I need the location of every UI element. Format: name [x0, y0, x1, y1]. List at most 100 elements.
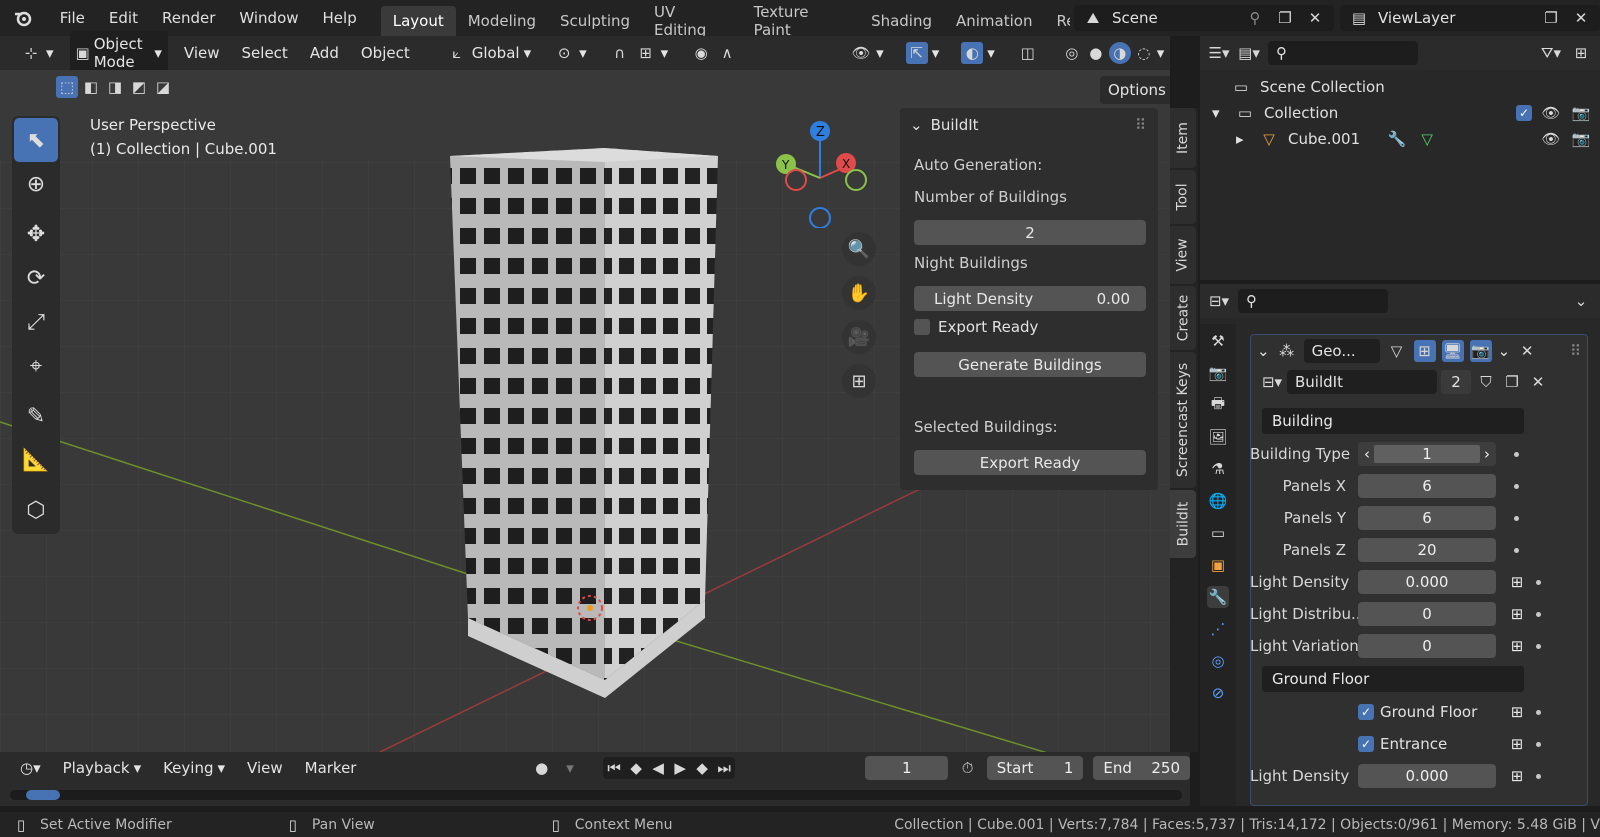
camera-icon[interactable]: 🎥	[842, 320, 876, 354]
node-socket-icon[interactable]: ⊞	[1506, 603, 1528, 625]
on-cage-icon[interactable]: ⊞	[1413, 340, 1436, 362]
modifier-header[interactable]: ⌄ ⁂ Geo... ▽ ⊞ 🖥 📷 ⌄ ✕ ⠿	[1251, 335, 1587, 367]
add-cube-tool[interactable]: ⬡	[14, 488, 58, 532]
chevron-down-icon[interactable]: ⌄	[1570, 290, 1592, 312]
xray-toggle[interactable]: ◫	[1011, 38, 1045, 68]
node-socket-icon[interactable]: ⊞	[1506, 765, 1528, 787]
tab-view[interactable]: View	[1170, 226, 1196, 284]
modifier-name-field[interactable]: Geo...	[1303, 339, 1380, 363]
node-socket-icon[interactable]: ⊞	[1506, 635, 1528, 657]
menu-render[interactable]: Render	[150, 9, 227, 27]
export-ready-button[interactable]: Export Ready	[914, 450, 1146, 475]
jump-start-icon[interactable]: ⏮	[603, 757, 625, 779]
tab-item[interactable]: Item	[1170, 108, 1196, 168]
tab-animation[interactable]: Animation	[944, 6, 1044, 36]
scene-collection-row[interactable]: ▭ Scene Collection	[1200, 74, 1600, 100]
navigation-gizmo[interactable]: Z X Y	[770, 118, 870, 228]
mode-dropdown[interactable]: ▣ Object Mode ▾	[69, 31, 168, 75]
zoom-icon[interactable]: 🔍	[842, 232, 876, 266]
visibility-dropdown[interactable]: 👁 ▾	[844, 38, 890, 68]
keyframe-dot[interactable]	[1514, 515, 1519, 521]
node-group-field[interactable]: BuildIt	[1287, 370, 1437, 394]
keyframe-dot[interactable]	[1536, 611, 1541, 617]
record-icon[interactable]: ●	[532, 757, 550, 779]
wrench-modifier-icon[interactable]: 🔧	[1386, 128, 1408, 150]
blender-logo-icon[interactable]	[12, 7, 34, 29]
menu-view[interactable]: View	[178, 40, 226, 66]
node-socket-icon[interactable]: ⊞	[1506, 733, 1528, 755]
chevron-down-icon[interactable]: ⌄	[1498, 342, 1511, 360]
tab-sculpting[interactable]: Sculpting	[548, 6, 642, 36]
select-extend-icon[interactable]: ◧	[80, 76, 102, 98]
tab-buildit[interactable]: BuildIt	[1170, 490, 1196, 558]
menu-marker[interactable]: Marker	[299, 755, 363, 781]
filter-icon[interactable]: ⛛▾	[1540, 42, 1562, 64]
snap-toggle[interactable]: ∩ ⊞ ▾	[603, 38, 675, 68]
orientation-dropdown[interactable]: ⟀ Global ▾	[440, 38, 537, 68]
annotate-tool[interactable]: ✎	[14, 394, 58, 438]
keyframe-dot[interactable]	[1514, 483, 1519, 489]
constraints-icon[interactable]: ⊘	[1207, 682, 1229, 704]
transform-tool[interactable]: ⌖	[14, 344, 58, 388]
timeline-scrubber[interactable]	[10, 790, 1182, 800]
generate-buildings-button[interactable]: Generate Buildings	[914, 352, 1146, 377]
timeline-editor-icon[interactable]: ◷▾	[14, 755, 47, 781]
select-intersect-icon[interactable]: ◪	[152, 76, 174, 98]
playhead[interactable]	[26, 790, 60, 800]
outliner-search[interactable]: ⚲	[1268, 41, 1418, 65]
select-new-icon[interactable]: ⬚	[56, 76, 78, 98]
start-frame-field[interactable]: Start 1	[986, 756, 1084, 780]
proportional-edit-toggle[interactable]: ◉ ∧	[684, 38, 744, 68]
duplicate-icon[interactable]: ❐	[1501, 371, 1523, 393]
new-scene-icon[interactable]: ❐	[1274, 7, 1296, 29]
expand-arrow-icon[interactable]: ▾	[1212, 104, 1226, 122]
collection-icon[interactable]: ▭	[1207, 522, 1229, 544]
node-tree-icon[interactable]: ⊟▾	[1261, 371, 1283, 393]
object-icon[interactable]: ▣	[1207, 554, 1229, 576]
jump-end-icon[interactable]: ⏭	[713, 757, 735, 779]
select-subtract-icon[interactable]: ◨	[104, 76, 126, 98]
entrance-checkbox[interactable]: ✓	[1358, 736, 1374, 752]
pan-hand-icon[interactable]: ✋	[842, 276, 876, 310]
light-density-field[interactable]: 0.000	[1358, 570, 1496, 594]
decrement-arrow-icon[interactable]: ‹	[1364, 445, 1370, 463]
particles-icon[interactable]: ⋰	[1207, 618, 1229, 640]
collection-row[interactable]: ▾ ▭ Collection ✓ 👁 📷	[1200, 100, 1600, 126]
play-icon[interactable]: ▶	[669, 757, 691, 779]
light-density-field[interactable]: Light Density 0.00	[914, 286, 1146, 311]
play-reverse-icon[interactable]: ◀	[647, 757, 669, 779]
measure-tool[interactable]: 📐	[14, 438, 58, 482]
keyframe-dot[interactable]	[1514, 547, 1519, 553]
num-buildings-field[interactable]: 2	[914, 220, 1146, 245]
eye-icon[interactable]: 👁	[1540, 102, 1562, 124]
next-keyframe-icon[interactable]: ◆	[691, 757, 713, 779]
current-frame-field[interactable]: 1	[865, 756, 949, 780]
section-building[interactable]: Building	[1262, 408, 1524, 434]
render-icon[interactable]: 📷	[1207, 362, 1229, 384]
stopwatch-icon[interactable]: ⏱	[958, 757, 976, 779]
select-invert-icon[interactable]: ◩	[128, 76, 150, 98]
section-ground-floor[interactable]: Ground Floor	[1262, 666, 1524, 692]
material-shading-icon[interactable]: ◑	[1108, 42, 1131, 64]
edit-mode-icon[interactable]: ▽	[1386, 340, 1408, 362]
light-variations-field[interactable]: 0	[1358, 634, 1496, 658]
tab-create[interactable]: Create	[1170, 286, 1196, 350]
collection-checkbox[interactable]: ✓	[1516, 105, 1532, 121]
tab-shading[interactable]: Shading	[859, 6, 944, 36]
node-socket-icon[interactable]: ⊞	[1506, 701, 1528, 723]
menu-window[interactable]: Window	[227, 9, 310, 27]
object-row[interactable]: ▸ ▽ Cube.001 🔧 ▽ 👁 📷	[1200, 126, 1600, 152]
render-camera-icon[interactable]: 📷	[1570, 102, 1592, 124]
panels-z-field[interactable]: 20	[1358, 538, 1496, 562]
fake-user-shield-icon[interactable]: ⛉	[1475, 371, 1497, 393]
expand-arrow-icon[interactable]: ▸	[1236, 130, 1250, 148]
scene-selector[interactable]: ⛰ Scene ⚲ ❐ ✕	[1074, 5, 1334, 31]
rotate-tool[interactable]: ⟳	[14, 256, 58, 300]
rendered-shading-icon[interactable]: ◌	[1133, 42, 1155, 64]
move-tool[interactable]: ✥	[14, 212, 58, 256]
menu-file[interactable]: File	[48, 9, 97, 27]
tab-layout[interactable]: Layout	[380, 6, 456, 36]
shading-modes[interactable]: ◎ ● ◑ ◌ ▾	[1055, 38, 1171, 68]
view-layer-selector[interactable]: ▤ ViewLayer ❐ ✕	[1340, 5, 1600, 31]
select-box-tool[interactable]: ⬉	[14, 118, 58, 162]
